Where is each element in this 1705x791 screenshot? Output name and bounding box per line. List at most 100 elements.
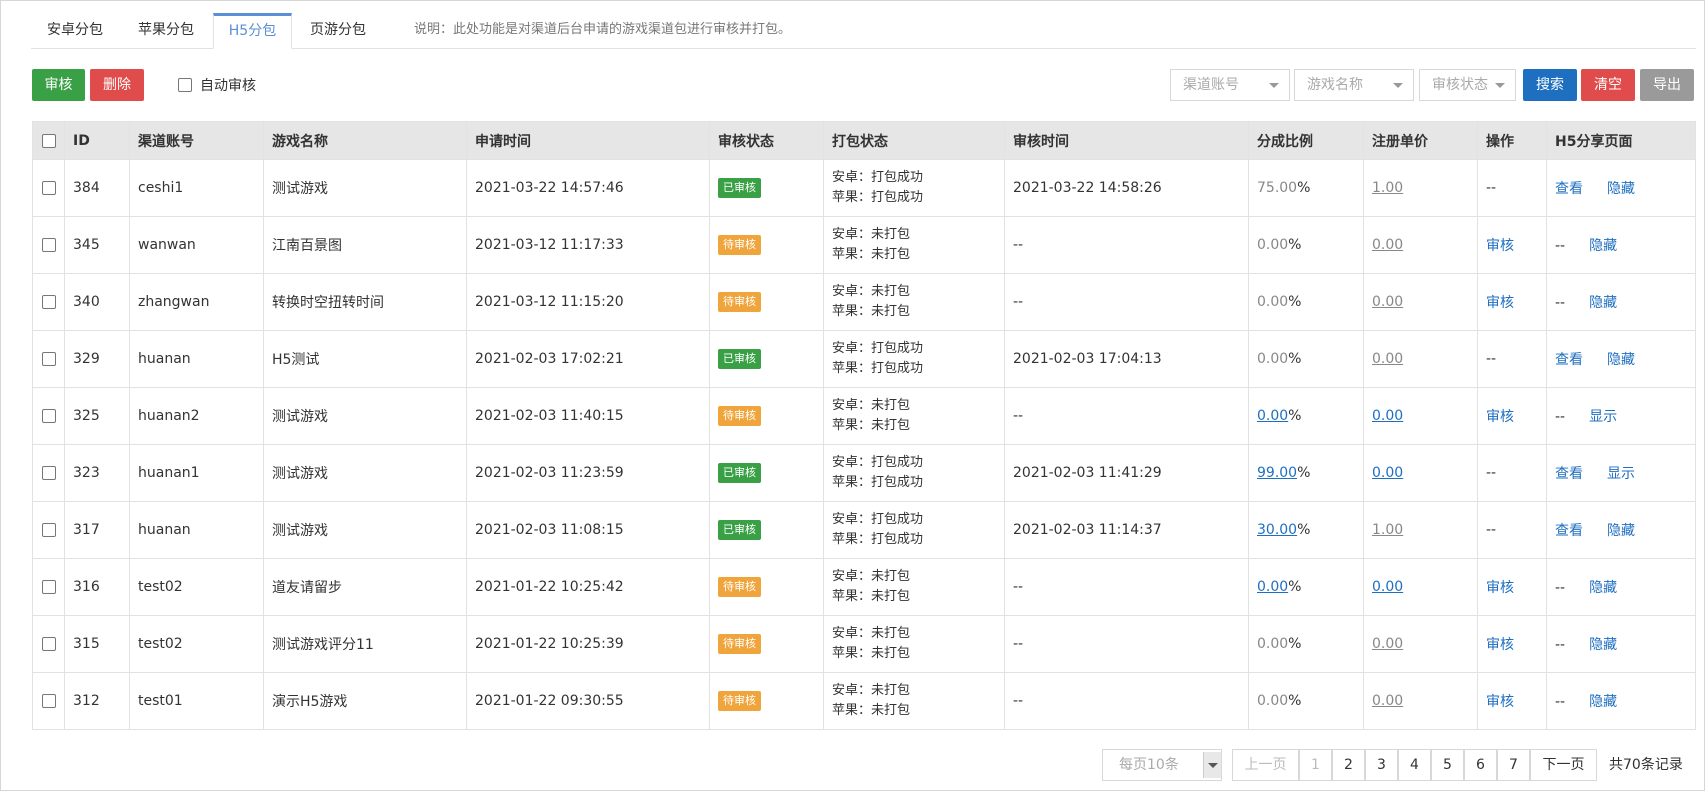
- toggle-visibility-link[interactable]: 隐藏: [1589, 238, 1617, 254]
- clear-button[interactable]: 清空: [1581, 69, 1635, 101]
- export-button[interactable]: 导出: [1640, 69, 1694, 101]
- share-ratio-link[interactable]: 0.00: [1257, 294, 1288, 310]
- share-ratio-link[interactable]: 99.00: [1257, 465, 1297, 481]
- row-checkbox[interactable]: [41, 694, 56, 708]
- share-ratio-link[interactable]: 0.00: [1257, 237, 1288, 253]
- page-button-1[interactable]: 1: [1299, 749, 1332, 781]
- col-share-ratio: 分成比例: [1248, 121, 1364, 160]
- row-checkbox[interactable]: [41, 466, 56, 480]
- toggle-visibility-link[interactable]: 隐藏: [1607, 523, 1635, 539]
- row-checkbox[interactable]: [41, 352, 56, 366]
- table-row: 317 huanan 测试游戏 2021-02-03 11:08:15 已审核 安卓：打包…: [32, 501, 1696, 559]
- view-share-link[interactable]: 查看: [1555, 181, 1583, 197]
- toggle-visibility-link[interactable]: 隐藏: [1589, 694, 1617, 710]
- status-badge: 已审核: [718, 178, 761, 198]
- page-button-4[interactable]: 4: [1398, 749, 1431, 781]
- tab-h5[interactable]: H5分包: [213, 13, 292, 49]
- toggle-visibility-link[interactable]: 隐藏: [1607, 181, 1635, 197]
- cell-pack-status: 安卓：未打包 苹果：未打包: [823, 387, 1005, 445]
- view-share-link[interactable]: 查看: [1555, 352, 1583, 368]
- cell-share-ratio: 0.00%: [1248, 216, 1364, 274]
- cell-id: 323: [64, 444, 130, 502]
- register-price-link[interactable]: 0.00: [1372, 636, 1403, 652]
- view-share-link[interactable]: 查看: [1555, 523, 1583, 539]
- table-row: 323 huanan1 测试游戏 2021-02-03 11:23:59 已审核 安卓：打…: [32, 444, 1696, 502]
- cell-id: 329: [64, 330, 130, 388]
- share-ratio-link[interactable]: 0.00: [1257, 579, 1288, 595]
- delete-button[interactable]: 删除: [90, 69, 144, 101]
- register-price-link[interactable]: 0.00: [1372, 237, 1403, 253]
- register-price-link[interactable]: 0.00: [1372, 693, 1403, 709]
- operation-action[interactable]: 审核: [1486, 409, 1514, 425]
- game-name-select[interactable]: 游戏名称: [1294, 69, 1414, 101]
- register-price-link[interactable]: 0.00: [1372, 294, 1403, 310]
- auto-audit-checkbox[interactable]: [178, 78, 192, 92]
- operation-action[interactable]: 审核: [1486, 694, 1514, 710]
- register-price-link[interactable]: 0.00: [1372, 351, 1403, 367]
- share-ratio-link[interactable]: 0.00: [1257, 351, 1288, 367]
- operation-action[interactable]: 审核: [1486, 295, 1514, 311]
- register-price-link[interactable]: 0.00: [1372, 579, 1403, 595]
- row-select-cell: [32, 330, 65, 388]
- cell-audit-status: 待审核: [709, 558, 824, 616]
- page-button-2[interactable]: 2: [1332, 749, 1365, 781]
- toggle-visibility-link[interactable]: 显示: [1607, 466, 1635, 482]
- toggle-visibility-link[interactable]: 隐藏: [1607, 352, 1635, 368]
- cell-register-price: 1.00: [1363, 159, 1478, 217]
- share-ratio-link[interactable]: 75.00: [1257, 180, 1297, 196]
- prev-page-button[interactable]: 上一页: [1232, 749, 1299, 781]
- row-checkbox[interactable]: [41, 238, 56, 252]
- page-button-6[interactable]: 6: [1464, 749, 1497, 781]
- register-price-link[interactable]: 1.00: [1372, 180, 1403, 196]
- cell-audit-time: --: [1004, 216, 1249, 274]
- share-ratio-link[interactable]: 30.00: [1257, 522, 1297, 538]
- register-price-link[interactable]: 0.00: [1372, 408, 1403, 424]
- cell-audit-time: 2021-02-03 11:14:37: [1004, 501, 1249, 559]
- table-row: 312 test01 演示H5游戏 2021-01-22 09:30:55 待审核 安卓：…: [32, 672, 1696, 730]
- share-ratio-link[interactable]: 0.00: [1257, 636, 1288, 652]
- audit-button[interactable]: 审核: [32, 69, 85, 101]
- row-checkbox[interactable]: [41, 523, 56, 537]
- operation-action[interactable]: 审核: [1486, 580, 1514, 596]
- toggle-visibility-link[interactable]: 隐藏: [1589, 637, 1617, 653]
- channel-account-select[interactable]: 渠道账号: [1170, 69, 1290, 101]
- register-price-link[interactable]: 1.00: [1372, 522, 1403, 538]
- next-page-button[interactable]: 下一页: [1530, 749, 1597, 781]
- table-row: 325 huanan2 测试游戏 2021-02-03 11:40:15 待审核 安卓：未…: [32, 387, 1696, 445]
- row-checkbox[interactable]: [41, 409, 56, 423]
- cell-game-name: 测试游戏: [263, 159, 467, 217]
- cell-audit-time: --: [1004, 672, 1249, 730]
- auto-audit-label: 自动审核: [200, 78, 256, 94]
- tab-android[interactable]: 安卓分包: [47, 13, 107, 49]
- audit-status-select[interactable]: 审核状态: [1419, 69, 1516, 101]
- cell-id: 345: [64, 216, 130, 274]
- register-price-link[interactable]: 0.00: [1372, 465, 1403, 481]
- row-checkbox[interactable]: [41, 295, 56, 309]
- toggle-visibility-link[interactable]: 隐藏: [1589, 295, 1617, 311]
- row-checkbox[interactable]: [41, 637, 56, 651]
- status-badge: 待审核: [718, 634, 761, 654]
- page-button-7[interactable]: 7: [1497, 749, 1530, 781]
- row-checkbox[interactable]: [41, 181, 56, 195]
- row-select-cell: [32, 558, 65, 616]
- operation-action[interactable]: 审核: [1486, 238, 1514, 254]
- view-share-link[interactable]: 查看: [1555, 466, 1583, 482]
- per-page-select[interactable]: 每页10条: [1102, 749, 1222, 781]
- tab-webgame[interactable]: 页游分包: [310, 13, 370, 49]
- search-button[interactable]: 搜索: [1523, 69, 1577, 101]
- col-operation: 操作: [1477, 121, 1547, 160]
- page-button-3[interactable]: 3: [1365, 749, 1398, 781]
- share-ratio-link[interactable]: 0.00: [1257, 408, 1288, 424]
- toggle-visibility-link[interactable]: 显示: [1589, 409, 1617, 425]
- operation-action[interactable]: 审核: [1486, 637, 1514, 653]
- select-all-checkbox[interactable]: [41, 133, 56, 148]
- page-button-5[interactable]: 5: [1431, 749, 1464, 781]
- toggle-visibility-link[interactable]: 隐藏: [1589, 580, 1617, 596]
- share-ratio-link[interactable]: 0.00: [1257, 693, 1288, 709]
- row-select-cell: [32, 501, 65, 559]
- cell-pack-status: 安卓：打包成功 苹果：打包成功: [823, 159, 1005, 217]
- tab-ios[interactable]: 苹果分包: [138, 13, 198, 49]
- ios-pack-status: 苹果：打包成功: [832, 190, 924, 205]
- row-checkbox[interactable]: [41, 580, 56, 594]
- chevron-down-icon: [1495, 83, 1505, 88]
